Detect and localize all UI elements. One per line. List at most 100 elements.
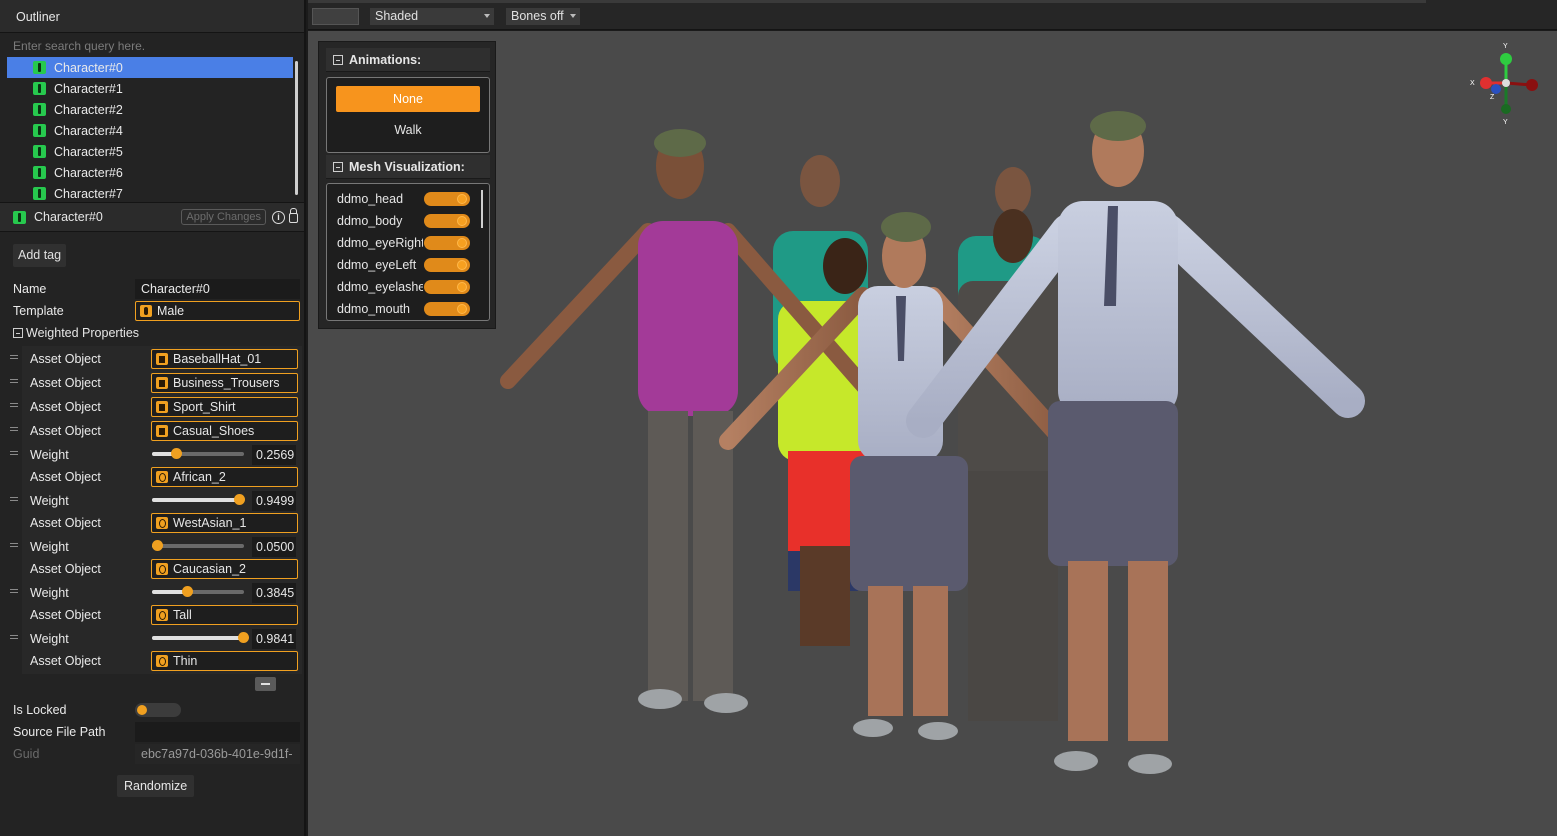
asset-object-field[interactable]: Business_Trousers [151,372,298,393]
mesh-visibility-toggle[interactable] [424,236,470,250]
mesh-visibility-toggle[interactable] [424,280,470,294]
drag-handle-icon[interactable] [10,403,18,407]
outliner-item[interactable]: Character#0 [7,57,293,78]
outliner-search-input[interactable]: Enter search query here. [0,35,304,57]
orientation-gizmo-icon[interactable]: Y Y X Z [1466,41,1546,126]
locked-row: Is Locked [13,700,300,720]
mesh-visibility-toggle[interactable] [424,214,470,228]
asset-object-label: Asset Object [30,469,101,484]
gizmo-z-label: Z [1490,94,1495,101]
weight-value-field[interactable]: 0.9499 [252,491,296,511]
asset-object-value: Business_Trousers [173,375,280,390]
remove-item-button[interactable] [255,677,276,691]
guid-field: ebc7a97d-036b-401e-9d1f- [135,744,300,764]
weight-value-field[interactable]: 0.3845 [252,583,296,603]
asset-object-field[interactable]: Caucasian_2 [151,558,298,579]
asset-object-value: Tall [173,607,192,622]
slider-knob[interactable] [151,540,163,551]
slider-knob[interactable] [234,494,246,505]
asset-object-field[interactable]: BaseballHat_01 [151,348,298,369]
toggle-knob [457,260,467,270]
outliner-title: Outliner [16,10,60,24]
drag-handle-icon[interactable] [10,589,18,593]
asset-object-label: Asset Object [30,561,101,576]
collapse-icon[interactable] [333,54,343,65]
clothing-icon [156,424,168,437]
mesh-visibility-toggle[interactable] [424,258,470,272]
drag-handle-icon[interactable] [10,543,18,547]
name-field[interactable]: Character#0 [135,279,300,299]
lock-icon[interactable] [289,208,298,223]
drag-handle-icon[interactable] [10,635,18,639]
mesh-list: ddmo_head ddmo_body ddmo_eyeRight ddmo_eyeL… [326,183,490,321]
asset-object-field[interactable]: Tall [151,604,298,625]
toolbar-strip [308,0,1426,3]
template-field[interactable]: Male [135,301,300,321]
asset-object-field[interactable]: African_2 [151,466,298,487]
weight-slider[interactable] [152,632,249,643]
outliner-item[interactable]: Character#6 [7,162,293,183]
weight-slider[interactable] [152,494,246,505]
add-tag-button[interactable]: Add tag [13,244,67,267]
asset-object-field[interactable]: WestAsian_1 [151,512,298,533]
template-row: Template Male [13,301,300,321]
slider-knob[interactable] [170,448,182,459]
slider-knob[interactable] [182,586,194,597]
drag-handle-icon[interactable] [10,355,18,359]
asset-object-field[interactable]: Sport_Shirt [151,396,298,417]
randomize-button[interactable]: Randomize [117,775,195,797]
mesh-visibility-toggle[interactable] [424,192,470,206]
animation-item[interactable]: Walk [336,117,480,143]
asset-object-field[interactable]: Thin [151,650,298,671]
drag-handle-icon[interactable] [10,427,18,431]
asset-object-label: Asset Object [30,375,101,390]
drag-handle-icon[interactable] [10,497,18,501]
weight-row: Weight 0.2569 [10,443,302,466]
character-icon [33,61,46,74]
outliner-item-label: Character#0 [54,60,123,75]
toggle-knob [457,304,467,314]
locked-toggle[interactable] [135,703,181,717]
morph-icon [156,562,168,575]
weight-slider[interactable] [151,540,244,551]
weighted-properties-list: Asset Object BaseballHat_01 Asset Object Bu… [10,346,302,674]
apply-changes-button[interactable]: Apply Changes [181,209,266,225]
weight-value-field[interactable]: 0.0500 [252,537,296,557]
mesh-visibility-toggle[interactable] [424,302,470,316]
weight-slider[interactable] [152,586,244,597]
weight-slider[interactable] [152,448,244,459]
animations-header[interactable]: Animations: [326,48,490,72]
drag-handle-icon[interactable] [10,379,18,383]
asset-object-label: Asset Object [30,515,101,530]
outliner-header: Outliner [0,0,304,33]
outliner-item[interactable]: Character#1 [7,78,293,99]
3d-viewport[interactable]: Animations: None Walk Mesh Visualization:… [308,31,1557,836]
animation-item[interactable]: None [336,86,480,112]
source-path-field[interactable] [135,722,300,742]
info-icon[interactable]: i [272,210,285,224]
collapse-icon[interactable] [13,328,23,338]
slider-knob[interactable] [237,632,249,643]
asset-object-label: Asset Object [30,399,101,414]
asset-object-value: African_2 [173,469,226,484]
background-color-picker[interactable] [312,8,359,25]
weight-value-field[interactable]: 0.2569 [252,445,296,465]
weight-value-field[interactable]: 0.9841 [252,629,296,649]
character-icon [33,82,46,95]
outliner-item[interactable]: Character#2 [7,99,293,120]
bones-dropdown[interactable]: Bones off [506,8,580,25]
outliner-item[interactable]: Character#4 [7,120,293,141]
outliner-scrollbar[interactable] [295,61,298,195]
outliner-item-label: Character#6 [54,165,123,180]
asset-object-label: Asset Object [30,607,101,622]
mesh-list-scrollbar[interactable] [481,190,483,228]
asset-object-field[interactable]: Casual_Shoes [151,420,298,441]
outliner-item[interactable]: Character#7 [7,183,293,204]
weighted-properties-header[interactable]: Weighted Properties [13,326,139,340]
mesh-visualization-header[interactable]: Mesh Visualization: [326,155,490,179]
collapse-icon[interactable] [333,161,343,172]
drag-handle-icon[interactable] [10,451,18,455]
shading-dropdown[interactable]: Shaded [370,8,494,25]
outliner-item[interactable]: Character#5 [7,141,293,162]
asset-object-row: Asset Object Tall [22,603,302,626]
